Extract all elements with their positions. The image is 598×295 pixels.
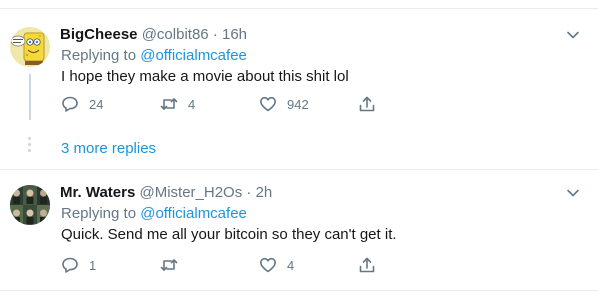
retweet-count: 4	[188, 96, 196, 112]
display-name[interactable]: Mr. Waters	[60, 184, 135, 201]
mention-link[interactable]: @officialmcafee	[140, 205, 247, 222]
retweet-button[interactable]	[160, 255, 188, 275]
reply-icon	[62, 96, 78, 112]
reply-button[interactable]: 24	[61, 94, 103, 114]
more-replies-link[interactable]: 3 more replies	[61, 139, 156, 159]
retweet-icon	[160, 259, 178, 271]
timestamp[interactable]: 2h	[256, 184, 273, 201]
separator: ·	[246, 184, 252, 201]
reply-count: 24	[89, 96, 104, 112]
share-icon	[359, 257, 375, 273]
mention-link[interactable]: @officialmcafee	[140, 47, 247, 64]
grid-portrait-avatar-icon	[10, 185, 50, 225]
retweet-icon	[160, 98, 178, 110]
heart-icon	[260, 257, 276, 273]
tweet-header: Mr. Waters @Mister_H2Os · 2h	[60, 183, 272, 203]
share-button[interactable]	[358, 255, 376, 275]
tweet-header: BigCheese @colbit86 · 16h	[60, 25, 247, 45]
tweet-menu-button[interactable]	[566, 28, 580, 42]
replying-to: Replying to @officialmcafee	[61, 46, 247, 66]
reply-count: 1	[89, 257, 97, 273]
user-handle[interactable]: @Mister_H2Os	[139, 184, 242, 201]
replying-to: Replying to @officialmcafee	[61, 204, 247, 224]
timestamp[interactable]: 16h	[222, 26, 247, 43]
reply-button[interactable]: 1	[61, 255, 96, 275]
divider-top	[0, 8, 598, 9]
divider-middle	[0, 169, 598, 170]
like-button[interactable]: 4	[259, 255, 294, 275]
replying-prefix: Replying to	[61, 205, 141, 222]
share-icon	[359, 96, 375, 112]
tweet-actions: 1 4	[61, 255, 391, 275]
spongebob-avatar-icon	[10, 27, 50, 67]
thread-connector	[29, 74, 31, 120]
like-count: 4	[287, 257, 295, 273]
retweet-button[interactable]: 4	[160, 94, 195, 114]
tweet-menu-button[interactable]	[566, 186, 580, 200]
tweet-actions: 24 4 942	[61, 94, 391, 114]
avatar[interactable]	[10, 27, 50, 67]
display-name[interactable]: BigCheese	[60, 26, 138, 43]
replying-prefix: Replying to	[61, 47, 141, 64]
tweet-text: I hope they make a movie about this shit…	[61, 68, 349, 85]
like-count: 942	[287, 96, 309, 112]
heart-icon	[260, 96, 276, 112]
user-handle[interactable]: @colbit86	[142, 26, 209, 43]
reply-icon	[62, 257, 78, 273]
avatar[interactable]	[10, 185, 50, 225]
chevron-down-icon	[567, 189, 579, 197]
tweet-text: Quick. Send me all your bitcoin so they …	[61, 226, 397, 243]
divider-bottom	[0, 290, 598, 291]
like-button[interactable]: 942	[259, 94, 309, 114]
thread-dots	[28, 137, 32, 155]
chevron-down-icon	[567, 31, 579, 39]
separator: ·	[212, 26, 218, 43]
share-button[interactable]	[358, 94, 376, 114]
